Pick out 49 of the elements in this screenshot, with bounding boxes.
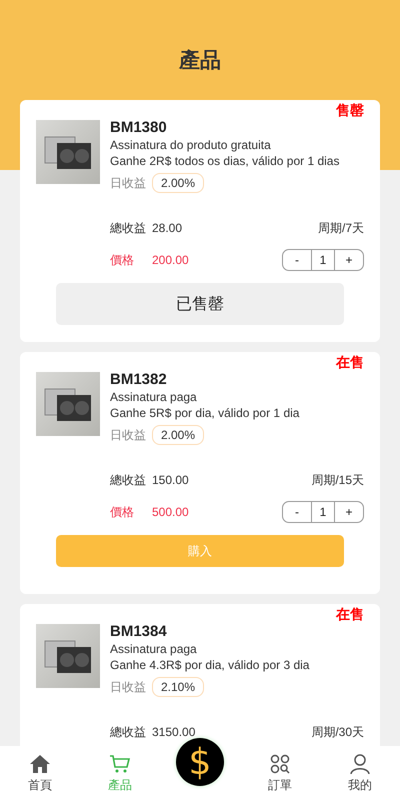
daily-rate-badge: 2.00% <box>152 425 204 445</box>
daily-income-label: 日收益 <box>110 426 146 444</box>
product-name: BM1384 <box>110 623 167 641</box>
dollar-center-button[interactable]: $ <box>176 738 224 786</box>
decrease-button[interactable]: - <box>283 250 311 270</box>
price-value: 200.00 <box>152 253 189 267</box>
period-text: 周期/7天 <box>318 220 364 236</box>
decrease-button[interactable]: - <box>283 502 311 522</box>
total-income-value: 3150.00 <box>152 725 196 739</box>
status-label: 售罄 <box>336 102 364 120</box>
total-income-label: 總收益 <box>110 724 146 740</box>
price-label: 價格 <box>110 252 135 268</box>
total-income-label: 總收益 <box>110 220 146 236</box>
plan-text: Assinatura paga <box>110 389 197 405</box>
nav-tab[interactable]: 我的 <box>320 746 400 796</box>
nav-tab[interactable]: 訂單 <box>240 746 320 796</box>
daily-income-label: 日收益 <box>110 678 146 696</box>
miner-photo <box>36 120 100 184</box>
cart-icon <box>109 754 131 774</box>
miner-photo <box>36 624 100 688</box>
product-name: BM1382 <box>110 371 167 389</box>
page-title: 產品 <box>179 48 221 74</box>
description-text: Ganhe 2R$ todos os dias, válido por 1 dias <box>110 153 340 169</box>
increase-button[interactable]: + <box>335 502 363 522</box>
grid-search-icon <box>270 754 290 774</box>
nav-tab[interactable]: 首頁 <box>0 746 80 796</box>
total-income-label: 總收益 <box>110 472 146 488</box>
product-name: BM1380 <box>110 119 167 137</box>
status-label: 在售 <box>336 606 364 624</box>
plan-text: Assinatura do produto gratuita <box>110 137 271 153</box>
daily-rate-badge: 2.00% <box>152 173 204 193</box>
quantity-field[interactable]: 1 <box>311 502 335 522</box>
plan-text: Assinatura paga <box>110 641 197 657</box>
quantity-field[interactable]: 1 <box>311 250 335 270</box>
daily-rate-badge: 2.10% <box>152 677 204 697</box>
home-icon <box>29 754 51 774</box>
miner-photo <box>36 372 100 436</box>
daily-income-label: 日收益 <box>110 174 146 192</box>
period-text: 周期/15天 <box>311 472 364 488</box>
price-label: 價格 <box>110 504 135 520</box>
person-icon <box>350 754 370 774</box>
total-income-value: 28.00 <box>152 221 182 235</box>
description-text: Ganhe 4.3R$ por dia, válido por 3 dia <box>110 657 310 673</box>
total-income-value: 150.00 <box>152 473 189 487</box>
status-label: 在售 <box>336 354 364 372</box>
description-text: Ganhe 5R$ por dia, válido por 1 dia <box>110 405 300 421</box>
period-text: 周期/30天 <box>311 724 364 740</box>
price-value: 500.00 <box>152 505 189 519</box>
increase-button[interactable]: + <box>335 250 363 270</box>
